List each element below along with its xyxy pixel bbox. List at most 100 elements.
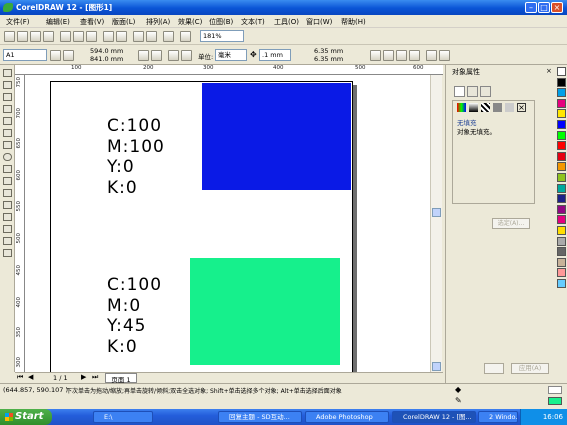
green-rectangle[interactable] (190, 258, 340, 365)
blue-rectangle[interactable] (202, 83, 351, 190)
tab-page-1[interactable]: 页面 1 (105, 373, 137, 384)
outline-tool-icon[interactable] (3, 225, 12, 233)
palette-swatch[interactable] (557, 247, 566, 257)
apply-selected-button[interactable]: 选定(A)... (492, 218, 530, 229)
palette-swatch[interactable] (557, 88, 566, 98)
palette-swatch[interactable] (557, 67, 566, 76)
lock-icon[interactable] (484, 363, 504, 374)
paper-preset-icon[interactable] (50, 50, 61, 61)
palette-swatch[interactable] (557, 130, 566, 140)
ellipse-tool-icon[interactable] (3, 153, 12, 161)
menu-item[interactable]: 查看(V) (80, 17, 104, 27)
palette-swatch[interactable] (557, 141, 566, 151)
cut-icon[interactable] (60, 31, 71, 42)
undo-icon[interactable] (103, 31, 114, 42)
palette-swatch[interactable] (557, 279, 566, 288)
general-tab-icon[interactable] (480, 86, 491, 97)
palette-swatch[interactable] (557, 215, 566, 225)
polygon-tool-icon[interactable] (3, 165, 12, 173)
crop-tool-icon[interactable] (3, 93, 12, 101)
pattern-fill-icon[interactable] (481, 103, 490, 112)
nudge-distance-field[interactable]: .1 mm (259, 49, 291, 61)
palette-swatch[interactable] (557, 173, 566, 182)
horizontal-ruler[interactable]: 100 200 300 400 500 600 (15, 65, 443, 75)
minimize-icon[interactable]: – (525, 2, 537, 13)
redo-icon[interactable] (116, 31, 127, 42)
freehand-tool-icon[interactable] (3, 117, 12, 125)
snap-to-grid-icon[interactable] (370, 50, 381, 61)
palette-swatch[interactable] (557, 77, 566, 87)
uniform-fill-icon[interactable] (457, 103, 466, 112)
eyedropper-tool-icon[interactable] (3, 213, 12, 221)
palette-swatch[interactable] (557, 109, 566, 119)
portrait-icon[interactable] (138, 50, 149, 61)
interactive-fill-tool-icon[interactable] (3, 249, 12, 257)
menu-item[interactable]: 编辑(E) (46, 17, 70, 27)
palette-swatch[interactable] (557, 162, 566, 172)
new-icon[interactable] (4, 31, 15, 42)
paper-type-select[interactable]: A1 (3, 49, 47, 61)
no-fill-icon[interactable]: × (517, 103, 526, 112)
menu-item[interactable]: 帮助(H) (341, 17, 366, 27)
taskbar-task-button[interactable]: E:\ (93, 411, 153, 423)
copy-icon[interactable] (73, 31, 84, 42)
apply-button[interactable]: 应用(A) (511, 363, 549, 374)
paste-icon[interactable] (86, 31, 97, 42)
texture-fill-icon[interactable] (493, 103, 502, 112)
menu-item[interactable]: 效果(C) (178, 17, 202, 27)
menu-item[interactable]: 文件(F) (6, 17, 30, 27)
landscape-icon[interactable] (63, 50, 74, 61)
cmyk-label-green[interactable]: C:100 M:0 Y:45 K:0 (107, 275, 162, 357)
maximize-icon[interactable]: □ (538, 2, 550, 13)
paper-height-field[interactable]: 841.0 mm (88, 55, 130, 64)
scroll-down-button[interactable] (432, 362, 441, 371)
outline-indicator-icon[interactable]: ✎ (455, 396, 462, 405)
options-icon[interactable] (439, 50, 450, 61)
taskbar-task-button[interactable]: 回复主题 - SD互动... (218, 411, 302, 423)
menu-item[interactable]: 工具(O) (274, 17, 299, 27)
close-icon[interactable]: × (551, 2, 563, 13)
fill-indicator-icon[interactable]: ◆ (455, 385, 461, 394)
document-page[interactable]: C:100 M:100 Y:0 K:0 C:100 M:0 Y:45 K:0 (50, 81, 353, 372)
all-pages-icon[interactable] (168, 50, 179, 61)
zoom-tool-icon[interactable] (3, 105, 12, 113)
menu-item[interactable]: 文本(T) (241, 17, 265, 27)
postscript-fill-icon[interactable] (505, 103, 514, 112)
import-icon[interactable] (133, 31, 144, 42)
landscape-orientation-icon[interactable] (151, 50, 162, 61)
open-icon[interactable] (17, 31, 28, 42)
corel-online-icon[interactable] (180, 31, 191, 42)
palette-swatch[interactable] (557, 183, 566, 193)
fountain-fill-icon[interactable] (469, 103, 478, 112)
outline-tab-icon[interactable] (467, 86, 478, 97)
interactive-blend-tool-icon[interactable] (3, 201, 12, 209)
taskbar-task-button[interactable]: CorelDRAW 12 - [图... (392, 411, 476, 423)
palette-swatch[interactable] (557, 268, 566, 278)
save-icon[interactable] (30, 31, 41, 42)
palette-swatch[interactable] (557, 226, 566, 235)
palette-swatch[interactable] (557, 151, 566, 161)
taskbar-task-button[interactable]: 2 Windo... (478, 411, 518, 423)
shape-tool-icon[interactable] (3, 81, 12, 89)
basic-shapes-tool-icon[interactable] (3, 177, 12, 185)
palette-swatch[interactable] (557, 194, 566, 204)
scrollbar-thumb[interactable] (432, 208, 441, 217)
first-page-icon[interactable]: ⏮ (17, 373, 23, 382)
fill-tab-icon[interactable] (454, 86, 465, 97)
menu-item[interactable]: 位图(B) (209, 17, 233, 27)
cmyk-label-blue[interactable]: C:100 M:100 Y:0 K:0 (107, 116, 165, 198)
snap-to-objects-icon[interactable] (396, 50, 407, 61)
menu-item[interactable]: 版面(L) (112, 17, 135, 27)
prev-page-icon[interactable]: ◀ (28, 373, 33, 381)
palette-swatch[interactable] (557, 204, 566, 214)
snap-to-guides-icon[interactable] (383, 50, 394, 61)
next-page-icon[interactable]: ▶ (81, 373, 86, 381)
duplicate-y-field[interactable]: 6.35 mm (312, 55, 360, 64)
current-page-icon[interactable] (181, 50, 192, 61)
last-page-icon[interactable]: ⏭ (92, 373, 98, 382)
smart-fill-tool-icon[interactable] (3, 129, 12, 137)
outline-color-swatch[interactable] (548, 397, 562, 405)
zoom-level-field[interactable]: 181% (200, 30, 244, 42)
text-tool-icon[interactable] (3, 189, 12, 197)
fill-none-swatch[interactable] (548, 386, 562, 394)
